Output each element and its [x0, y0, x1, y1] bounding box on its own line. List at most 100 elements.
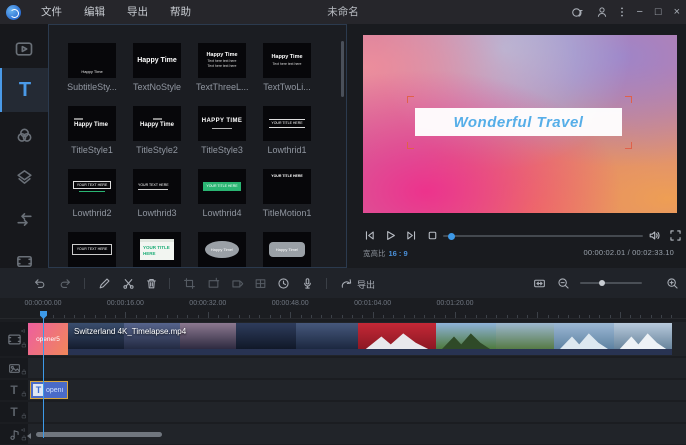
freeze-frame-button[interactable]	[207, 277, 220, 290]
close-button[interactable]: ×	[674, 0, 680, 24]
template-scrollbar[interactable]	[341, 41, 344, 97]
edit-button[interactable]	[98, 277, 111, 290]
volume-icon[interactable]	[648, 229, 661, 242]
selection-handle-icon[interactable]	[625, 96, 632, 103]
redo-button[interactable]	[59, 277, 72, 290]
text-overlay-banner[interactable]: Wonderful Travel	[415, 108, 622, 136]
playhead[interactable]	[43, 312, 44, 438]
undo-button[interactable]	[33, 277, 46, 290]
user-icon[interactable]	[596, 6, 608, 18]
fit-timeline-button[interactable]	[533, 277, 546, 290]
template-item[interactable]: YOUR TITLE HERELowthrid4	[198, 169, 246, 232]
voiceover-button[interactable]	[301, 277, 314, 290]
template-item[interactable]: YOUR TITLE HERE	[133, 232, 181, 267]
scroll-left-arrow-icon[interactable]	[27, 433, 31, 439]
ruler-tick	[373, 312, 374, 318]
timecode: 00:00:02.01 / 00:02:33.10	[584, 248, 675, 257]
template-thumbnail: Happy TimeText here text hereText here t…	[198, 43, 246, 78]
template-item[interactable]: HAPPY TIMETitleStyle3	[198, 106, 246, 169]
template-item[interactable]: YOUR TEXT HERELowthrid3	[133, 169, 181, 232]
template-item[interactable]: Happy Time!	[263, 232, 311, 267]
ruler-tick	[517, 315, 518, 318]
seek-slider-handle[interactable]	[448, 233, 455, 240]
sidebar-item-filters[interactable]	[0, 116, 48, 154]
template-label: TextNoStyle	[131, 82, 183, 92]
seek-slider[interactable]	[443, 235, 643, 237]
crop-button[interactable]	[183, 277, 196, 290]
ruler-tick	[331, 315, 332, 318]
sidebar-item-transitions[interactable]	[0, 200, 48, 238]
track-lock-icon[interactable]	[21, 391, 27, 397]
ruler-tick	[95, 315, 96, 318]
minimize-button[interactable]: −	[636, 0, 642, 24]
sidebar-item-media[interactable]	[0, 30, 48, 68]
menu-file[interactable]: 文件	[30, 0, 73, 24]
text-lane-2[interactable]	[28, 402, 686, 422]
template-item[interactable]: Happy TimeTextNoStyle	[133, 43, 181, 106]
template-item[interactable]: Happy TimeText here text hereText here t…	[198, 43, 246, 106]
track-lock-icon[interactable]	[21, 413, 27, 419]
overlay-lane[interactable]	[28, 358, 686, 378]
text-track-1-header[interactable]: T	[0, 380, 28, 400]
delete-button[interactable]	[145, 277, 158, 290]
template-item[interactable]: Happy TimeSubtitleSty...	[68, 43, 116, 106]
video-clip[interactable]: Switzerland 4K_Timelapse.mp4	[68, 323, 672, 355]
text-clip[interactable]: T openi	[30, 381, 68, 399]
ruler-label: 00:01:04.00	[354, 300, 391, 307]
selection-handle-icon[interactable]	[407, 96, 414, 103]
template-item[interactable]: YOUR TITLE HERETitleMotion1	[263, 169, 311, 232]
video-track-header[interactable]	[0, 322, 28, 356]
aspect-ratio[interactable]: 宽高比16 : 9	[363, 248, 408, 259]
split-button[interactable]	[122, 277, 135, 290]
template-item[interactable]: Happy Time!	[198, 232, 246, 267]
selection-handle-icon[interactable]	[407, 142, 414, 149]
preview-video-frame[interactable]: Wonderful Travel	[363, 35, 677, 213]
video-lane[interactable]: opener5 Switzerland 4K_Timelapse.mp4	[28, 322, 686, 356]
menu-edit[interactable]: 编辑	[73, 0, 116, 24]
previous-frame-button[interactable]	[363, 229, 376, 242]
music-track-header[interactable]	[0, 424, 28, 444]
template-item[interactable]: YOUR TITLE HERELowthrid1	[263, 106, 311, 169]
zoom-out-button[interactable]	[557, 277, 570, 290]
track-mute-icon[interactable]	[21, 328, 27, 334]
overlay-text: Wonderful Travel	[454, 114, 584, 131]
opener-clip[interactable]: opener5	[28, 323, 68, 355]
play-button[interactable]	[384, 229, 397, 242]
template-item[interactable]: YOUR TEXT HERELowthrid2	[68, 169, 116, 232]
fullscreen-icon[interactable]	[669, 229, 682, 242]
mosaic-button[interactable]	[254, 277, 267, 290]
template-item[interactable]: Happy TimeTitleStyle2	[133, 106, 181, 169]
sync-icon[interactable]	[571, 6, 584, 19]
export-button-label[interactable]: 导出	[357, 278, 375, 291]
text-lane-1[interactable]: T openi	[28, 380, 686, 400]
timeline-zoom-slider[interactable]	[580, 282, 642, 284]
export-button-icon[interactable]	[340, 277, 353, 290]
overlay-track-header[interactable]	[0, 358, 28, 378]
template-item[interactable]: Happy TimeTitleStyle1	[68, 106, 116, 169]
sidebar-item-overlays[interactable]	[0, 158, 48, 196]
track-lock-icon[interactable]	[21, 369, 27, 375]
next-frame-button[interactable]	[405, 229, 418, 242]
more-menu-icon[interactable]	[620, 6, 624, 18]
sidebar-item-text[interactable]: T	[0, 68, 48, 112]
template-item[interactable]: YOUR TEXT HERE	[68, 232, 116, 267]
stop-button[interactable]	[426, 229, 439, 242]
timeline-zoom-slider-handle[interactable]	[599, 280, 605, 286]
ruler-label: 00:00:48.00	[272, 300, 309, 307]
template-thumbnail: Happy Time	[68, 43, 116, 78]
selection-handle-icon[interactable]	[625, 142, 632, 149]
menu-export[interactable]: 导出	[116, 0, 159, 24]
track-lock-icon[interactable]	[21, 342, 27, 348]
template-label: Lowthrid4	[196, 208, 248, 218]
speed-button[interactable]	[231, 277, 244, 290]
duration-button[interactable]	[277, 277, 290, 290]
timeline-ruler[interactable]: 00:00:00.0000:00:16.0000:00:32.0000:00:4…	[0, 298, 686, 319]
text-track-2-header[interactable]: T	[0, 402, 28, 422]
timeline-horizontal-scrollbar[interactable]	[36, 432, 162, 437]
ruler-tick	[537, 312, 538, 318]
zoom-in-button[interactable]	[666, 277, 679, 290]
maximize-button[interactable]: □	[655, 0, 662, 24]
template-item[interactable]: Happy TimeText here text hereTextTwoLi..…	[263, 43, 311, 106]
menu-help[interactable]: 帮助	[159, 0, 202, 24]
template-thumbnail: YOUR TEXT HERE	[68, 232, 116, 267]
